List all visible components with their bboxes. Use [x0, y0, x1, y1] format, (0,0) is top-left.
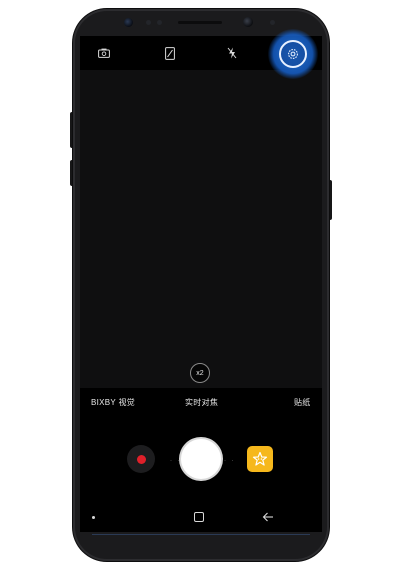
phone-screen: x2 BIXBY 视觉 实时对焦 贴纸 · · · ·: [80, 36, 322, 532]
record-icon: [136, 454, 146, 464]
shutter-dots-left: · ·: [170, 458, 182, 464]
earpiece-speaker: [178, 21, 222, 24]
sensor-dot: [146, 20, 151, 25]
switch-camera-icon[interactable]: [96, 45, 112, 61]
page: x2 BIXBY 视觉 实时对焦 贴纸 · · · ·: [0, 0, 400, 571]
shutter-button[interactable]: [181, 439, 221, 479]
bottom-edge-accent: [92, 534, 310, 535]
zoom-toggle-button[interactable]: x2: [190, 363, 210, 383]
navigation-bar: [80, 502, 322, 532]
sticker-icon: [252, 451, 268, 466]
mode-live-focus[interactable]: 实时对焦: [185, 397, 218, 408]
flash-off-icon[interactable]: [224, 45, 240, 61]
mode-bixby-vision[interactable]: BIXBY 视觉: [91, 397, 135, 408]
shutter-row: · · · ·: [80, 418, 322, 502]
front-camera: [243, 17, 253, 27]
back-arrow-icon[interactable]: [262, 511, 274, 523]
sensor-dot: [270, 20, 275, 25]
shutter-dots-right: · ·: [224, 458, 236, 464]
recent-apps-icon[interactable]: [92, 516, 95, 519]
camera-viewfinder[interactable]: [80, 70, 322, 388]
home-icon[interactable]: [194, 512, 204, 522]
settings-button[interactable]: [279, 40, 307, 68]
sticker-button[interactable]: [247, 446, 273, 472]
record-button[interactable]: [127, 445, 155, 473]
settings-gear-icon: [288, 49, 298, 59]
sensor-dot: [157, 20, 162, 25]
iris-sensor: [124, 18, 133, 27]
mode-selector: BIXBY 视觉 实时对焦 贴纸: [80, 388, 322, 418]
mode-sticker[interactable]: 贴纸: [294, 397, 311, 408]
aspect-ratio-icon[interactable]: [162, 45, 178, 61]
